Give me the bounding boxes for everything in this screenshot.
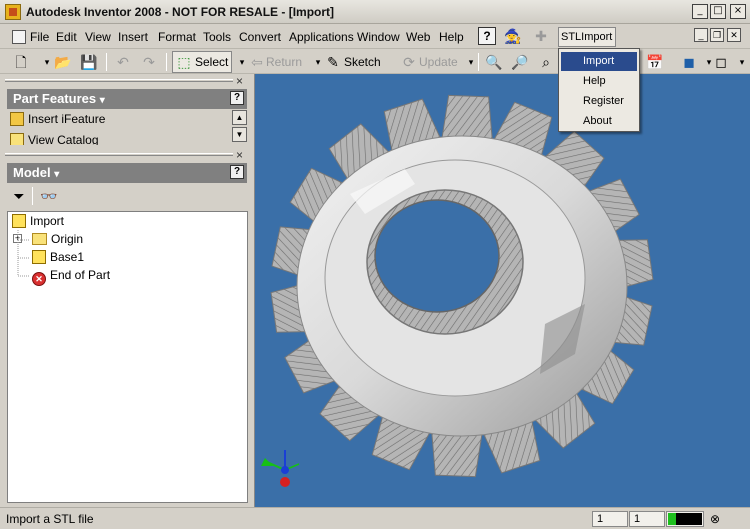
status-count-1: 1 — [592, 511, 628, 527]
view-catalog-label: View Catalog — [28, 133, 99, 145]
menu-insert[interactable]: Insert — [118, 30, 148, 44]
tree-lines — [17, 230, 30, 277]
maximize-button[interactable]: □ — [710, 4, 726, 19]
panel-grip-model[interactable] — [5, 153, 233, 156]
status-count-2: 1 — [629, 511, 665, 527]
stl-menu-about[interactable]: About — [561, 112, 637, 131]
menu-edit[interactable]: Edit — [56, 30, 77, 44]
update-icon: ⟳ — [403, 54, 415, 70]
undo-icon[interactable]: ↶ — [114, 53, 132, 71]
wizard-icon[interactable]: 🧙 — [504, 27, 522, 45]
menu-bar: File Edit View Insert Format Tools Conve… — [0, 25, 750, 49]
zoom-icon[interactable]: 🔎 — [511, 53, 529, 71]
document-icon[interactable] — [12, 30, 26, 44]
part-features-help-button[interactable]: ? — [230, 91, 244, 105]
open-icon[interactable]: 📂 — [54, 53, 72, 71]
stl-import-menu[interactable]: STLImport — [558, 27, 616, 47]
title-bar: Autodesk Inventor 2008 - NOT FOR RESALE … — [0, 0, 750, 24]
chevron-down-icon: ▾ — [99, 95, 105, 106]
update-button[interactable]: Update — [419, 55, 458, 69]
tree-base1-label: Base1 — [50, 250, 85, 264]
return-icon: ⇦ — [251, 54, 263, 70]
scroll-down-button[interactable]: ▼ — [232, 127, 247, 142]
model-title: Model — [13, 165, 51, 180]
zoom-window-icon[interactable]: ⌕ — [537, 53, 555, 71]
tree-end-label: End of Part — [50, 268, 111, 282]
calendar-icon[interactable]: 📅 — [646, 53, 664, 71]
view-cube-icon[interactable]: ◻ — [712, 53, 730, 71]
doc-restore-button[interactable]: ❐ — [710, 28, 724, 42]
menu-applications[interactable]: Applications — [289, 30, 354, 44]
graphics-viewport[interactable] — [254, 74, 750, 507]
close-model-panel-icon[interactable]: × — [236, 148, 243, 162]
menu-file[interactable]: File — [30, 30, 49, 44]
stl-menu-import[interactable]: Import — [561, 52, 637, 71]
sketch-button[interactable]: Sketch — [344, 55, 381, 69]
status-bar: Import a STL file 1 1 ⊗ — [0, 507, 750, 529]
model-help-button[interactable]: ? — [230, 165, 244, 179]
help-button[interactable]: ? — [478, 27, 496, 45]
insert-ifeature-label: Insert iFeature — [28, 112, 106, 126]
stl-import-dropdown: Import Help Register About — [558, 48, 640, 132]
close-panel-icon[interactable]: × — [236, 74, 243, 88]
tree-item-end-of-part[interactable]: ✕ End of Part — [32, 268, 110, 286]
model-header[interactable]: Model ▾ ? — [7, 163, 247, 183]
doc-close-button[interactable]: ✕ — [727, 28, 741, 42]
display-mode-icon[interactable]: ◼ — [680, 53, 698, 71]
filter-icon[interactable]: ⏷ — [10, 187, 28, 205]
catalog-icon — [10, 133, 24, 145]
inventor-app-icon[interactable] — [5, 4, 21, 20]
axis-triad-icon — [261, 450, 300, 487]
menu-help[interactable]: Help — [439, 30, 464, 44]
part-features-title: Part Features — [13, 91, 97, 106]
stl-menu-register[interactable]: Register — [561, 92, 637, 111]
select-arrow-icon: ⬚ — [177, 54, 191, 70]
return-button[interactable]: Return — [266, 55, 302, 69]
add-icon: ✚ — [535, 28, 547, 44]
redo-icon[interactable]: ↷ — [140, 53, 158, 71]
tree-origin-label: Origin — [51, 232, 84, 246]
stl-menu-help[interactable]: Help — [561, 72, 637, 91]
new-document-icon[interactable]: 🗋 — [12, 53, 30, 71]
doc-minimize-button[interactable]: _ — [694, 28, 708, 42]
window-title: Autodesk Inventor 2008 - NOT FOR RESALE … — [26, 5, 335, 19]
sketch-icon: ✎ — [327, 54, 339, 70]
menu-window[interactable]: Window — [357, 30, 400, 44]
menu-convert[interactable]: Convert — [239, 30, 281, 44]
panel-grip[interactable] — [5, 79, 233, 82]
scroll-up-button[interactable]: ▲ — [232, 110, 247, 125]
select-button[interactable]: ⬚ Select — [172, 51, 232, 73]
ifeature-icon — [10, 112, 24, 126]
chevron-down-icon: ▾ — [54, 169, 60, 180]
status-message: Import a STL file — [6, 512, 94, 526]
menu-view[interactable]: View — [85, 30, 111, 44]
close-button[interactable]: × — [730, 4, 746, 19]
gear-model[interactable] — [255, 74, 750, 507]
select-label: Select — [195, 55, 229, 69]
part-features-header[interactable]: Part Features ▾ ? — [7, 89, 247, 109]
save-icon[interactable]: 💾 — [80, 53, 98, 71]
menu-web[interactable]: Web — [406, 30, 430, 44]
menu-format[interactable]: Format — [158, 30, 196, 44]
view-catalog-item[interactable]: View Catalog — [10, 133, 99, 145]
memory-meter — [666, 511, 704, 527]
minimize-button[interactable]: _ — [692, 4, 708, 19]
insert-ifeature-item[interactable]: Insert iFeature — [10, 112, 105, 126]
menu-tools[interactable]: Tools — [203, 30, 231, 44]
network-icon: ⊗ — [709, 512, 721, 526]
zoom-all-icon[interactable]: 🔍 — [485, 53, 503, 71]
view-dropdown-icon[interactable]: ▾ — [733, 53, 750, 71]
find-binoculars-icon[interactable]: 👓 — [40, 187, 58, 205]
